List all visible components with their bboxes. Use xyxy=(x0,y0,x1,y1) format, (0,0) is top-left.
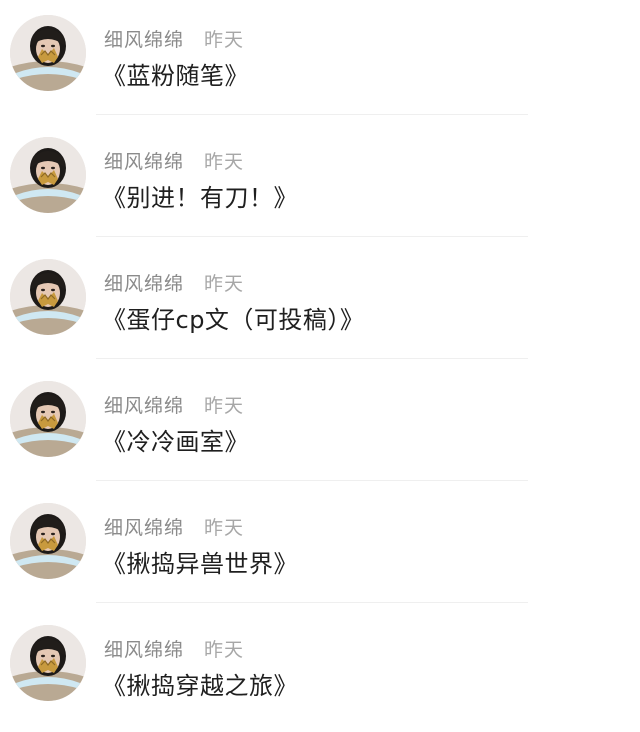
message-title[interactable]: 《揪捣穿越之旅》 xyxy=(102,666,298,701)
user-avatar-image xyxy=(10,503,86,579)
timestamp: 昨天 xyxy=(204,28,245,51)
avatar[interactable] xyxy=(10,625,86,701)
divider xyxy=(96,480,528,481)
user-avatar-image xyxy=(10,137,86,213)
message-meta: 细风绵绵 昨天 xyxy=(104,634,244,662)
avatar[interactable] xyxy=(10,381,86,457)
list-item[interactable]: 细风绵绵 昨天 《揪捣异兽世界》 xyxy=(0,488,640,610)
list-item[interactable]: 细风绵绵 昨天 《别进！有刀！》 xyxy=(0,122,640,244)
username: 细风绵绵 xyxy=(104,150,185,173)
avatar[interactable] xyxy=(10,15,86,91)
avatar[interactable] xyxy=(10,259,86,335)
username: 细风绵绵 xyxy=(104,516,185,539)
list-item[interactable]: 细风绵绵 昨天 《蛋仔cp文（可投稿）》 xyxy=(0,244,640,366)
message-title[interactable]: 《别进！有刀！》 xyxy=(102,178,298,213)
message-title[interactable]: 《揪捣异兽世界》 xyxy=(102,544,298,579)
user-avatar-image xyxy=(10,381,86,457)
message-meta: 细风绵绵 昨天 xyxy=(104,24,244,52)
username: 细风绵绵 xyxy=(104,28,185,51)
username: 细风绵绵 xyxy=(104,638,185,661)
message-title[interactable]: 《蓝粉随笔》 xyxy=(102,56,249,91)
user-avatar-image xyxy=(10,625,86,701)
timestamp: 昨天 xyxy=(204,516,245,539)
username: 细风绵绵 xyxy=(104,394,185,417)
list-item[interactable]: 细风绵绵 昨天 《蓝粉随笔》 xyxy=(0,0,640,122)
timestamp: 昨天 xyxy=(204,638,245,661)
avatar[interactable] xyxy=(10,503,86,579)
user-avatar-image xyxy=(10,15,86,91)
message-meta: 细风绵绵 昨天 xyxy=(104,268,244,296)
divider xyxy=(96,114,528,115)
avatar[interactable] xyxy=(10,137,86,213)
message-meta: 细风绵绵 昨天 xyxy=(104,146,244,174)
timestamp: 昨天 xyxy=(204,150,245,173)
timestamp: 昨天 xyxy=(204,272,245,295)
divider xyxy=(96,236,528,237)
timestamp: 昨天 xyxy=(204,394,245,417)
message-meta: 细风绵绵 昨天 xyxy=(104,390,244,418)
list-item[interactable]: 细风绵绵 昨天 《揪捣穿越之旅》 xyxy=(0,610,640,732)
message-list: 细风绵绵 昨天 《蓝粉随笔》 细风绵绵 昨天 《别进！有刀！》 细风绵绵 昨天 … xyxy=(0,0,640,724)
divider xyxy=(96,602,528,603)
divider xyxy=(96,358,528,359)
message-title[interactable]: 《冷冷画室》 xyxy=(102,422,249,457)
username: 细风绵绵 xyxy=(104,272,185,295)
user-avatar-image xyxy=(10,259,86,335)
list-item[interactable]: 细风绵绵 昨天 《冷冷画室》 xyxy=(0,366,640,488)
message-title[interactable]: 《蛋仔cp文（可投稿）》 xyxy=(102,300,364,335)
message-meta: 细风绵绵 昨天 xyxy=(104,512,244,540)
